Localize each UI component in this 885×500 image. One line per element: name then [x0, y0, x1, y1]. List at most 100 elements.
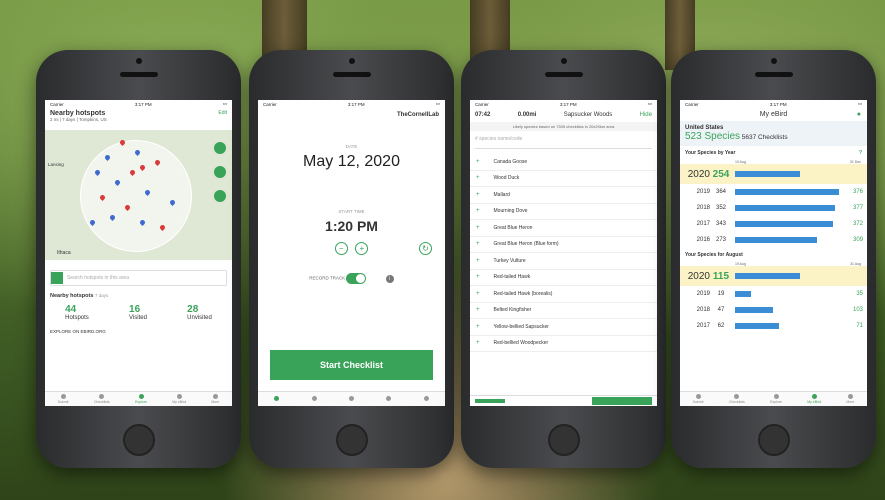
add-icon[interactable]: + [476, 159, 480, 165]
map-toggle-icon[interactable] [51, 272, 63, 284]
add-icon[interactable]: + [476, 208, 480, 214]
tab-more[interactable]: More [211, 394, 219, 404]
home-button[interactable] [547, 424, 580, 456]
species-row[interactable]: + Canada Goose [470, 154, 657, 171]
start-checklist-button[interactable]: Start Checklist [270, 350, 433, 380]
add-icon[interactable]: + [476, 225, 480, 231]
checklist-header: 07:42 0.00mi Sapsucker Woods Hide [470, 108, 657, 122]
species-row[interactable]: + Great Blue Heron (Blue form) [470, 237, 657, 253]
tab-submit[interactable]: Submit [693, 394, 704, 404]
species-row[interactable]: + Yellow-bellied Sapsucker [470, 319, 657, 336]
year-row[interactable]: 2019 19 35 [680, 286, 867, 302]
species-row[interactable]: + Red-tailed Hawk [470, 270, 657, 286]
location-pin-icon[interactable]: ● [857, 111, 861, 118]
filter-button[interactable] [214, 190, 226, 202]
stat-value: 44 [65, 304, 77, 315]
toolbar-submit[interactable] [592, 397, 652, 405]
bar-track [735, 273, 844, 279]
tab-explore[interactable] [348, 396, 354, 402]
species-row[interactable]: + Wood Duck [470, 171, 657, 187]
toolbar-action[interactable] [475, 399, 505, 403]
tab-my-ebird[interactable]: My eBird [807, 394, 821, 404]
species-row[interactable]: + Belted Kingfisher [470, 303, 657, 319]
home-button[interactable] [122, 424, 155, 456]
add-icon[interactable]: + [476, 274, 480, 280]
search-input[interactable]: Search hotspots in this area [50, 270, 227, 286]
year-row[interactable]: 2016 273 309 [680, 232, 867, 248]
add-icon[interactable]: + [476, 324, 480, 330]
stat-unvisited[interactable]: 28 Unvisited [187, 304, 212, 321]
species-bar [735, 323, 779, 329]
camera [348, 58, 355, 64]
species-count: 343 [715, 221, 726, 227]
status-bar: Carrier 3:17 PM ▭ [258, 100, 445, 108]
add-icon[interactable]: + [476, 241, 480, 247]
stat-visited[interactable]: 16 Visited [129, 304, 147, 321]
tab-submit[interactable]: Submit [58, 394, 69, 404]
species-name: Red-tailed Hawk [493, 274, 531, 281]
tab-submit[interactable] [274, 396, 280, 402]
species-row[interactable]: + Mallard [470, 187, 657, 204]
record-track-toggle[interactable] [346, 273, 367, 284]
reset-time-button[interactable]: ↻ [419, 242, 432, 255]
edit-button[interactable]: Edit [218, 110, 227, 122]
species-row[interactable]: + Mourning Dove [470, 204, 657, 220]
explore-link[interactable]: EXPLORE ON EBIRD.ORG [45, 323, 232, 340]
year-row[interactable]: 2018 352 377 [680, 200, 867, 216]
species-row[interactable]: + Red-tailed Hawk (borealis) [470, 286, 657, 303]
tab-more[interactable] [423, 396, 429, 402]
species-row[interactable]: + Great Blue Heron [470, 220, 657, 237]
add-icon[interactable]: + [476, 340, 480, 346]
tab-explore[interactable]: Explore [770, 394, 782, 404]
bar-track [735, 189, 844, 195]
tab-bar [258, 391, 445, 406]
add-icon[interactable]: + [476, 258, 480, 264]
tab-my-ebird[interactable] [386, 396, 392, 402]
location[interactable]: Sapsucker Woods [564, 112, 613, 118]
decrease-time-button[interactable]: − [334, 242, 348, 255]
home-button[interactable] [757, 424, 790, 456]
tab-checklists[interactable] [311, 396, 317, 402]
my-ebird-header: My eBird ● [680, 108, 867, 121]
tab-my-ebird[interactable]: My eBird [172, 394, 186, 404]
carrier: Carrier [475, 101, 489, 107]
tab-more[interactable]: More [846, 394, 854, 404]
date-left: 19 Aug [735, 262, 746, 266]
locate-button[interactable] [214, 142, 226, 154]
tab-label: Checklists [93, 400, 110, 404]
status-time: 3:17 PM [134, 101, 152, 107]
home-button[interactable] [335, 424, 368, 456]
section-title: Your Species by Year [685, 150, 736, 156]
layers-button[interactable] [214, 166, 226, 178]
add-icon[interactable]: + [476, 291, 480, 297]
species-search-input[interactable]: # species name/code [475, 136, 652, 149]
hotspot-map[interactable]: Lansing Ithaca [45, 130, 232, 260]
year-row[interactable]: 2019 364 376 [680, 184, 867, 200]
increase-time-button[interactable]: + [355, 242, 369, 255]
phone-hotspots: Carrier 3:17 PM ▭ Nearby hotspots 2 mi |… [36, 50, 241, 468]
help-icon[interactable]: ? [859, 150, 862, 156]
tab-checklists[interactable]: Checklists [729, 394, 745, 404]
year-row[interactable]: 2018 47 103 [680, 302, 867, 318]
stat-hotspots[interactable]: 44 Hotspots [65, 304, 89, 321]
species-row[interactable]: + Turkey Vulture [470, 253, 657, 270]
add-icon[interactable]: + [476, 307, 480, 313]
bar-track [735, 291, 844, 297]
status-time: 3:17 PM [347, 101, 365, 107]
year-row[interactable]: 2017 343 372 [680, 216, 867, 232]
date-value[interactable]: May 12, 2020 [258, 153, 445, 171]
tab-explore[interactable]: Explore [135, 394, 147, 404]
year-row[interactable]: 2020 115 [680, 266, 867, 286]
species-count: 47 [717, 307, 725, 313]
year-row[interactable]: 2017 62 71 [680, 318, 867, 334]
info-icon[interactable]: i [385, 274, 394, 283]
start-time-value[interactable]: 1:20 PM [258, 218, 445, 234]
phone-start-checklist: Carrier 3:17 PM ▭ TheCornellLab DATE May… [249, 50, 454, 468]
species-row[interactable]: + Red-bellied Woodpecker [470, 336, 657, 352]
add-icon[interactable]: + [476, 175, 480, 181]
year-row[interactable]: 2020 254 [680, 164, 867, 184]
section-subtitle: 7 days [94, 293, 109, 298]
hide-button[interactable]: Hide [640, 112, 652, 118]
tab-checklists[interactable]: Checklists [94, 394, 110, 404]
add-icon[interactable]: + [476, 192, 480, 198]
